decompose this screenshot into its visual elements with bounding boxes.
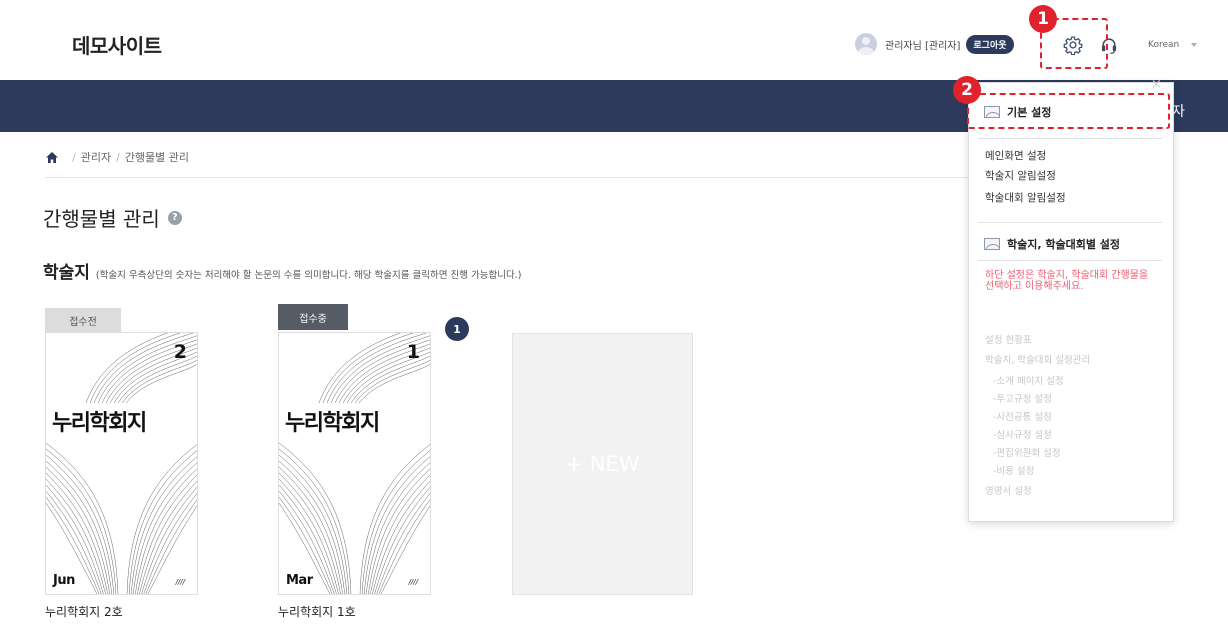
- menu-item-editorial-board: -편집위원회 설정: [993, 448, 1061, 459]
- journal-settings-label: 학술지, 학술대회별 설정: [1007, 238, 1121, 251]
- menu-item-fees: -비용 설정: [993, 466, 1035, 477]
- callout-2: 2: [953, 76, 981, 104]
- status-badge: 접수전: [45, 308, 121, 332]
- status-badge: 접수중: [278, 304, 348, 330]
- journal-label[interactable]: 누리학회지 1호: [278, 603, 356, 620]
- menu-item-settings-manage: 학술지, 학술대회 설정관리: [985, 355, 1091, 366]
- basic-settings-highlight: [967, 93, 1170, 129]
- menu-item-certificate: 영명서 설정: [985, 486, 1032, 497]
- menu-item-main-settings[interactable]: 메인화면 설정: [985, 148, 1046, 163]
- menu-item-settings-status: 설정 현황표: [985, 335, 1032, 346]
- cover-mark: ////: [408, 578, 418, 586]
- divider: [978, 222, 1162, 223]
- username: 관리자님 [관리자]: [885, 40, 961, 52]
- breadcrumb-item-admin[interactable]: 관리자: [81, 149, 111, 165]
- cover-title: 누리학회지: [52, 411, 147, 436]
- help-icon[interactable]: ?: [167, 210, 182, 225]
- menu-item-journal-alert[interactable]: 학술지 알림설정: [985, 168, 1056, 183]
- journal-settings-header[interactable]: 학술지, 학술대회별 설정: [984, 236, 1120, 252]
- logout-button[interactable]: 로그아웃: [966, 34, 1014, 54]
- section-note: (학술지 우측상단의 숫자는 처리해야 할 논문의 수를 의미합니다. 해당 학…: [95, 270, 522, 281]
- page-title-text: 간행물별 관리: [43, 207, 160, 231]
- menu-item-submission-rules: -투고규정 설정: [993, 394, 1052, 405]
- section-title-text: 학술지: [43, 263, 90, 283]
- cover-title: 누리학회지: [285, 411, 380, 436]
- cover-art: [46, 333, 197, 594]
- breadcrumb-item-current: 간행물별 관리: [124, 151, 190, 164]
- close-icon[interactable]: ×: [1151, 77, 1162, 92]
- divider: [978, 138, 1162, 139]
- pending-count-badge: 1: [445, 317, 469, 341]
- new-journal-button[interactable]: + NEW: [512, 333, 693, 595]
- journal-label[interactable]: 누리학회지 2호: [45, 603, 123, 620]
- language-select[interactable]: Korean: [1148, 40, 1198, 50]
- settings-warning: 하단 설정은 학술지, 학술대회 간행물을 선택하고 이용해주세요.: [985, 270, 1149, 292]
- settings-image-icon: [984, 238, 1000, 250]
- callout-1: 1: [1029, 5, 1057, 33]
- chevron-down-icon: [1191, 43, 1198, 47]
- menu-item-conference-alert[interactable]: 학술대회 알림설정: [985, 190, 1066, 205]
- cover-number: 1: [406, 341, 420, 363]
- section-title: 학술지 (학술지 우측상단의 숫자는 처리해야 할 논문의 수를 의미합니다. …: [43, 258, 521, 283]
- cover-number: 2: [173, 341, 187, 363]
- cover-month: Jun: [53, 573, 75, 588]
- menu-item-intro-page: -소개 페이지 설정: [993, 376, 1064, 387]
- page-title: 간행물별 관리 ?: [43, 203, 182, 232]
- breadcrumb-separator: /: [72, 150, 76, 164]
- page-root: 데모사이트 관리자님 [관리자] 로그아웃 Korean 1 자 / 관리자 /…: [0, 0, 1228, 625]
- cover-art: [279, 333, 430, 594]
- breadcrumb: / 관리자 / 간행물별 관리: [45, 149, 189, 165]
- avatar: [855, 33, 877, 55]
- menu-item-review-rules: -심사규정 설정: [993, 430, 1052, 441]
- site-title[interactable]: 데모사이트: [72, 30, 162, 59]
- journal-cover-1[interactable]: 1 누리학회지 Mar ////: [278, 332, 431, 595]
- language-value: Korean: [1148, 40, 1180, 50]
- home-icon[interactable]: [45, 151, 59, 164]
- menu-item-common-settings: -사전공통 설정: [993, 412, 1052, 423]
- cover-month: Mar: [286, 573, 313, 588]
- journal-cover-2[interactable]: 2 누리학회지 Jun ////: [45, 332, 198, 595]
- divider: [978, 260, 1162, 261]
- breadcrumb-separator: /: [116, 150, 120, 164]
- cover-mark: ////: [175, 578, 185, 586]
- user-area: 관리자님 [관리자] 로그아웃: [855, 32, 1014, 56]
